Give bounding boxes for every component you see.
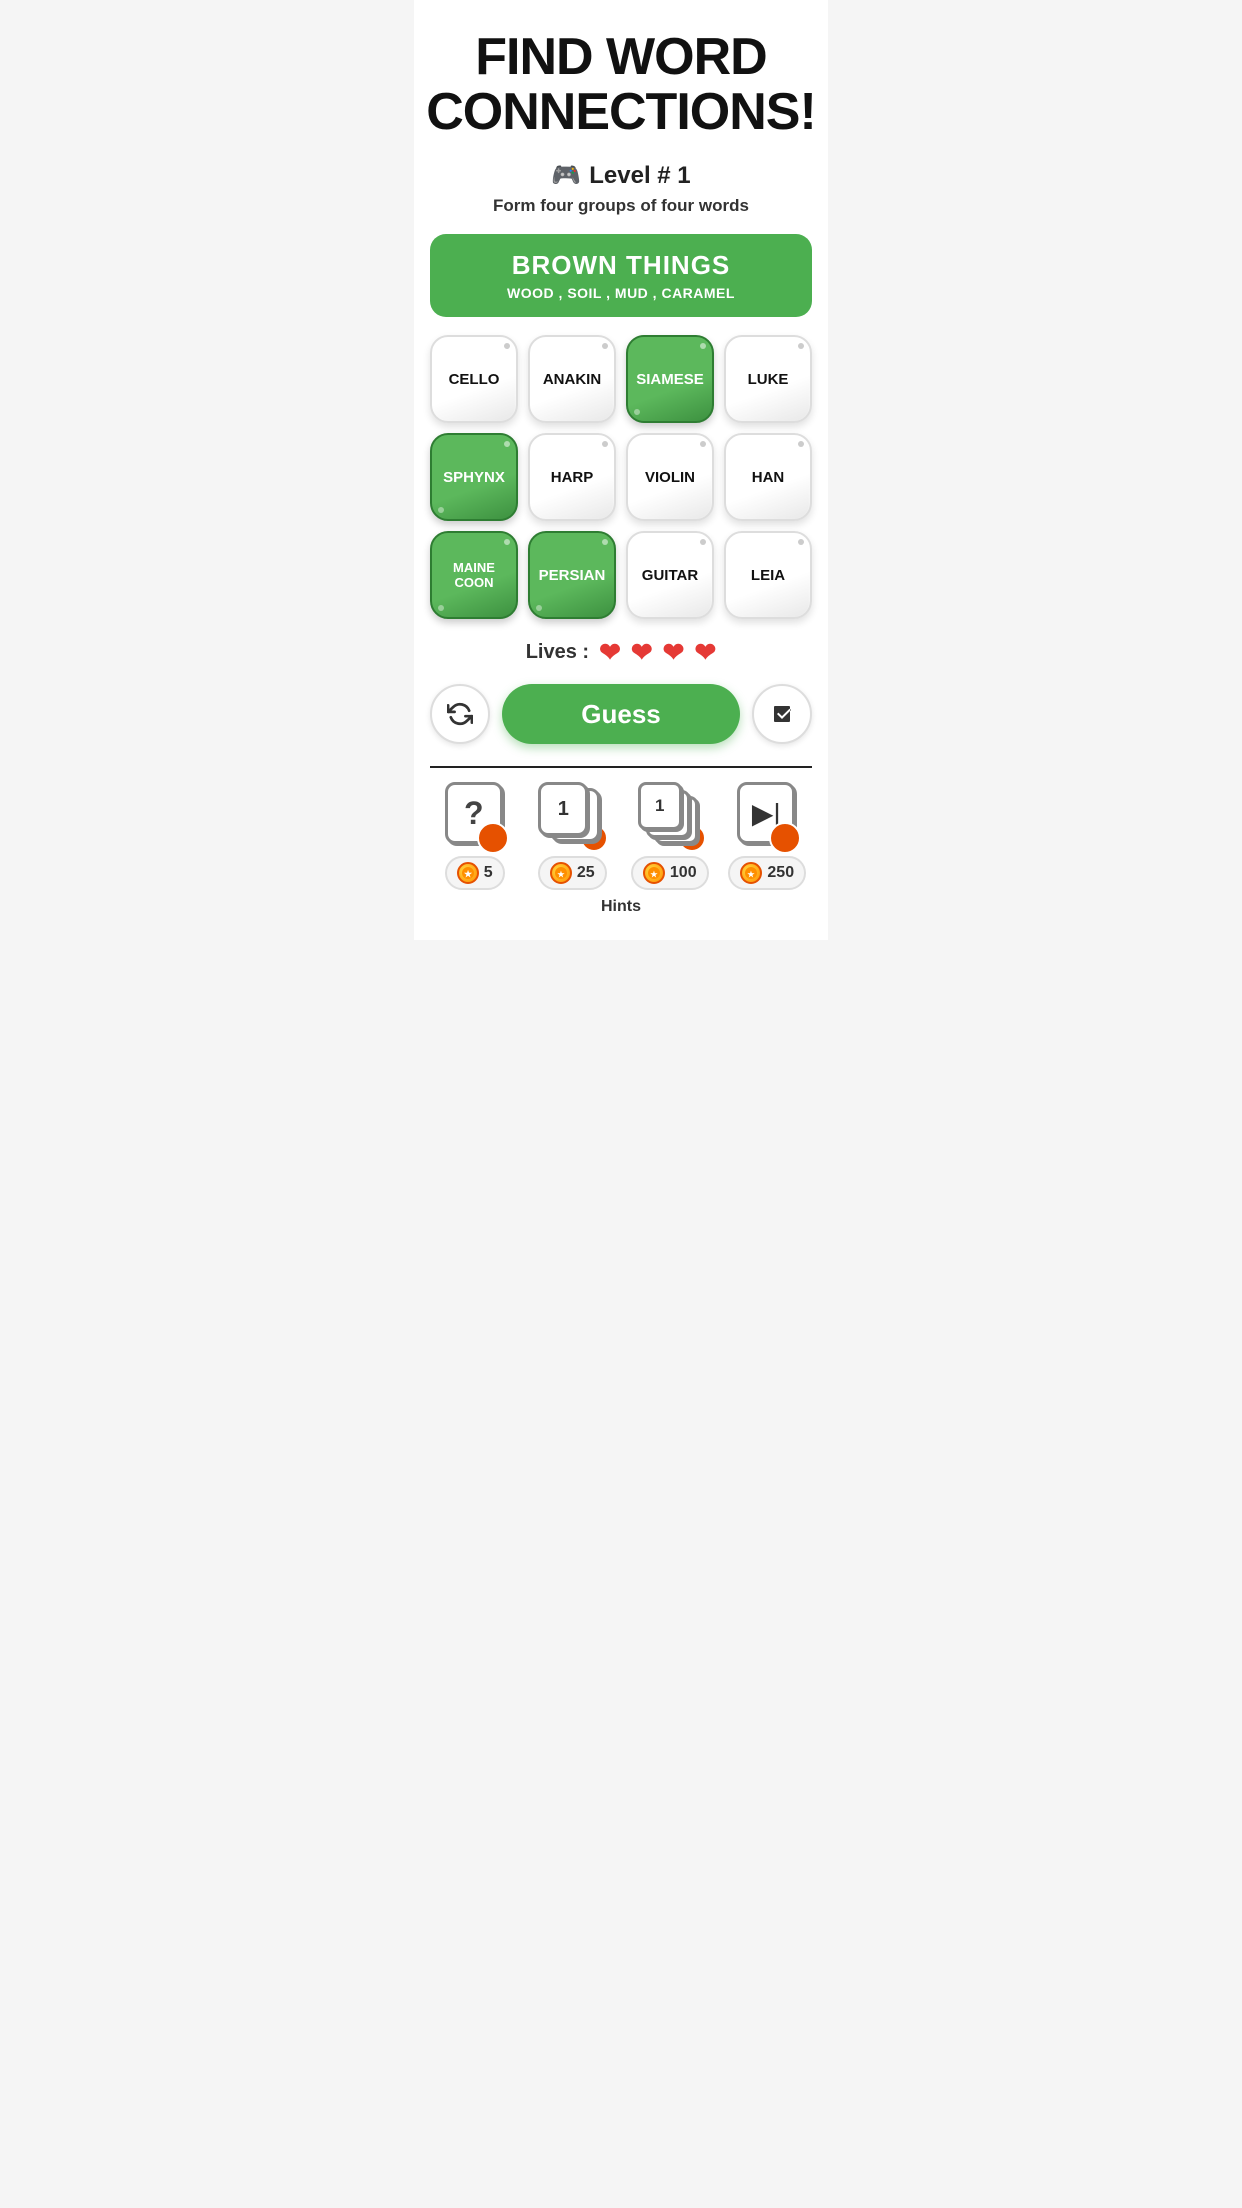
tile-han[interactable]: HAN bbox=[724, 433, 812, 521]
hint-play[interactable]: ▶| ★ 250 bbox=[723, 782, 813, 890]
banner-words: WOOD , SOIL , MUD , CARAMEL bbox=[450, 285, 792, 301]
hint-play-icon: ▶| bbox=[733, 782, 801, 850]
tile-harp[interactable]: HARP bbox=[528, 433, 616, 521]
banner-title: BROWN THINGS bbox=[450, 250, 792, 281]
heart-2: ❤ bbox=[631, 637, 653, 668]
tile-sphynx[interactable]: SPHYNX bbox=[430, 433, 518, 521]
guess-button[interactable]: Guess bbox=[502, 684, 740, 744]
actions-row: Guess bbox=[430, 684, 812, 744]
game-screen: FIND WORD CONNECTIONS! 🎮 Level # 1 Form … bbox=[414, 0, 828, 940]
hint-double-icon: 2 1 bbox=[538, 782, 606, 850]
hints-row: ? ★ 5 2 1 ★ bbox=[430, 768, 812, 898]
hint-orange-dot bbox=[477, 822, 509, 854]
coin-2: ★ bbox=[550, 862, 572, 884]
shuffle-button[interactable] bbox=[430, 684, 490, 744]
lives-row: Lives : ❤ ❤ ❤ ❤ bbox=[526, 637, 717, 668]
tile-maine-coon[interactable]: MAINECOON bbox=[430, 531, 518, 619]
svg-text:★: ★ bbox=[464, 869, 473, 879]
hints-section: ? ★ 5 2 1 ★ bbox=[430, 766, 812, 924]
tile-siamese[interactable]: SIAMESE bbox=[626, 335, 714, 423]
hint-cost-2: ★ 25 bbox=[538, 856, 607, 890]
heart-1: ❤ bbox=[599, 637, 621, 668]
level-row: 🎮 Level # 1 bbox=[551, 161, 690, 190]
tile-leia[interactable]: LEIA bbox=[724, 531, 812, 619]
solved-banner: BROWN THINGS WOOD , SOIL , MUD , CARAMEL bbox=[430, 234, 812, 317]
tile-guitar[interactable]: GUITAR bbox=[626, 531, 714, 619]
tile-cello[interactable]: CELLO bbox=[430, 335, 518, 423]
coin-4: ★ bbox=[740, 862, 762, 884]
tile-anakin[interactable]: ANAKIN bbox=[528, 335, 616, 423]
app-title: FIND WORD CONNECTIONS! bbox=[426, 30, 816, 139]
hint-cost-1: ★ 5 bbox=[445, 856, 505, 890]
coin-3: ★ bbox=[643, 862, 665, 884]
eraser-button[interactable] bbox=[752, 684, 812, 744]
hint-triple[interactable]: 3 2 1 ★ 100 bbox=[625, 782, 715, 890]
level-label: Level # 1 bbox=[589, 162, 690, 190]
lives-label: Lives : bbox=[526, 641, 589, 664]
heart-3: ❤ bbox=[663, 637, 685, 668]
svg-text:★: ★ bbox=[557, 870, 565, 879]
tile-luke[interactable]: LUKE bbox=[724, 335, 812, 423]
hint-cost-4: ★ 250 bbox=[728, 856, 806, 890]
tiles-grid: CELLO ANAKIN SIAMESE LUKE SPHYNX HARP VI… bbox=[430, 335, 812, 619]
hints-label: Hints bbox=[430, 898, 812, 924]
level-icon: 🎮 bbox=[551, 161, 581, 190]
heart-4: ❤ bbox=[694, 637, 716, 668]
svg-text:★: ★ bbox=[748, 870, 756, 879]
hint-question[interactable]: ? ★ 5 bbox=[430, 782, 520, 890]
coin-1: ★ bbox=[457, 862, 479, 884]
tile-persian[interactable]: PERSIAN bbox=[528, 531, 616, 619]
subtitle: Form four groups of four words bbox=[493, 196, 749, 216]
hint-triple-icon: 3 2 1 bbox=[636, 782, 704, 850]
hint-double[interactable]: 2 1 ★ 25 bbox=[528, 782, 618, 890]
hint-orange-dot-4 bbox=[769, 822, 801, 854]
tile-violin[interactable]: VIOLIN bbox=[626, 433, 714, 521]
hint-cost-3: ★ 100 bbox=[631, 856, 709, 890]
svg-text:★: ★ bbox=[650, 870, 658, 879]
